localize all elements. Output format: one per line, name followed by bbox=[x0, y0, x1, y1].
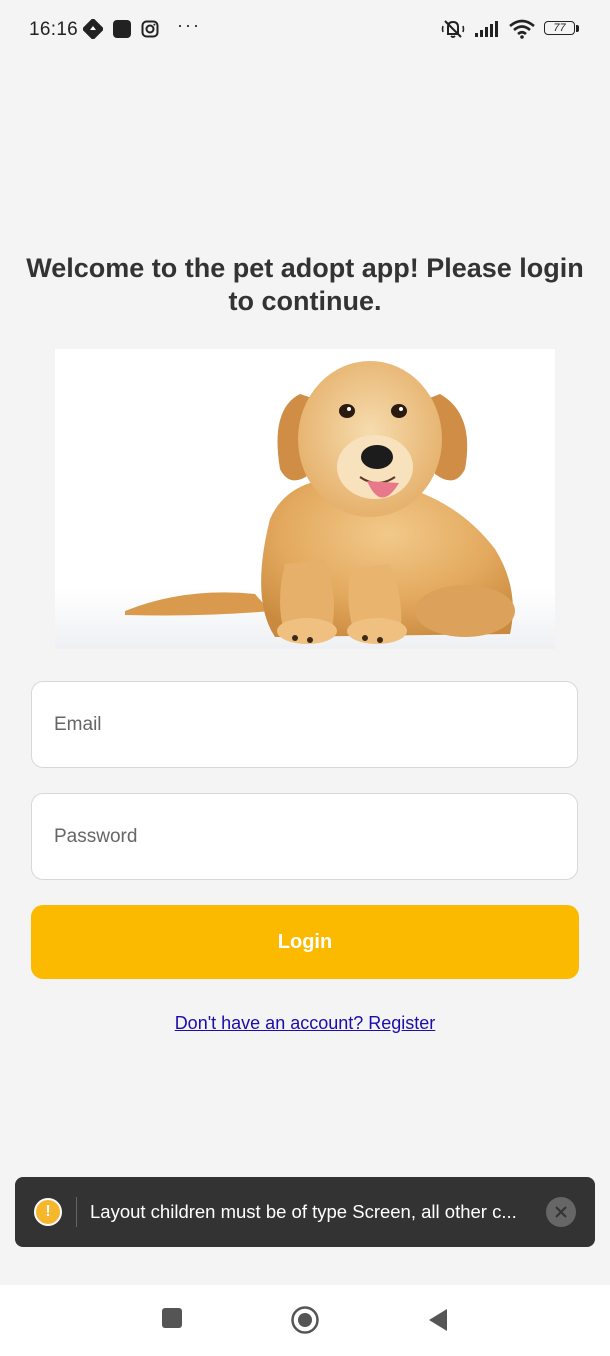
close-icon[interactable] bbox=[546, 1197, 576, 1227]
toast-message: Layout children must be of type Screen, … bbox=[90, 1201, 517, 1222]
back-icon[interactable] bbox=[427, 1308, 449, 1332]
status-right-icons: 77 bbox=[441, 18, 580, 40]
status-bar: 16:16 ··· 77 bbox=[0, 0, 610, 60]
page-title-line-1: Welcome to the pet adopt app! Please log… bbox=[26, 253, 584, 283]
system-nav-bar bbox=[0, 1285, 610, 1356]
app-icon bbox=[113, 20, 131, 38]
warning-icon: ! bbox=[34, 1198, 62, 1226]
status-left-icons: ··· bbox=[83, 15, 201, 39]
error-toast[interactable]: ! Layout children must be of type Screen… bbox=[15, 1177, 595, 1247]
battery-icon: 77 bbox=[544, 20, 580, 38]
email-input[interactable] bbox=[32, 682, 577, 767]
battery-level: 77 bbox=[553, 22, 566, 34]
home-icon[interactable] bbox=[290, 1305, 320, 1335]
page-title-line-2: to continue. bbox=[228, 286, 382, 316]
more-dots-icon: ··· bbox=[177, 15, 201, 35]
password-field[interactable] bbox=[31, 793, 578, 880]
toast-divider bbox=[76, 1197, 77, 1227]
email-field[interactable] bbox=[31, 681, 578, 768]
login-button[interactable]: Login bbox=[31, 905, 579, 979]
password-input[interactable] bbox=[32, 794, 577, 879]
dog-illustration bbox=[55, 349, 555, 649]
instagram-icon bbox=[141, 20, 159, 38]
page-title: Welcome to the pet adopt app! Please log… bbox=[20, 252, 590, 318]
signal-icon bbox=[475, 21, 498, 37]
register-link[interactable]: Don't have an account? Register bbox=[0, 1013, 610, 1034]
wifi-icon bbox=[509, 19, 535, 39]
recents-icon[interactable] bbox=[161, 1307, 183, 1329]
dog-photo bbox=[55, 349, 555, 649]
status-time: 16:16 bbox=[29, 19, 79, 40]
navigation-app-icon bbox=[83, 19, 103, 39]
silent-mode-icon bbox=[441, 20, 465, 38]
